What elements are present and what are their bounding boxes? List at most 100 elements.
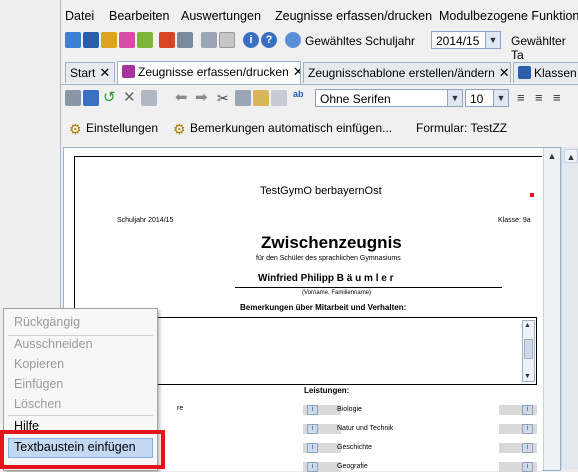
marker-dot xyxy=(530,193,534,197)
menu-modulbezogene[interactable]: Modulbezogene Funktione xyxy=(439,9,578,23)
info-icon[interactable]: i xyxy=(522,462,533,472)
print-icon[interactable] xyxy=(177,32,193,48)
align-left-icon[interactable]: ≡ xyxy=(517,90,533,106)
paste-icon[interactable] xyxy=(253,90,269,106)
name-caption: (Vorname, Familienname) xyxy=(302,290,372,296)
tab-klassen[interactable]: Klassen xyxy=(513,62,578,83)
menu-item-paste[interactable]: Einfügen xyxy=(14,377,63,391)
form-label: Formular: TestZZ xyxy=(416,121,508,135)
menu-item-undo[interactable]: Rückgängig xyxy=(14,315,80,329)
selected-label: Gewählter Ta xyxy=(511,34,566,62)
info-icon[interactable]: i xyxy=(307,405,318,415)
copy-icon[interactable] xyxy=(235,90,251,106)
remarks-auto-label: Bemerkungen automatisch einfügen... xyxy=(190,121,393,135)
close-icon[interactable]: ✕ xyxy=(99,65,110,80)
font-select[interactable]: Ohne Serifen ▼ xyxy=(315,89,463,107)
info-icon[interactable]: i xyxy=(307,424,318,434)
scroll-up-icon[interactable]: ▲ xyxy=(564,149,578,163)
clear-icon[interactable] xyxy=(141,90,157,106)
info-icon[interactable]: i xyxy=(243,32,259,48)
textbox-scrollbar[interactable]: ▲ ▼ xyxy=(522,320,535,382)
remarks-textbox[interactable]: ▲ ▼ xyxy=(148,317,537,385)
scroll-up-icon[interactable]: ▲ xyxy=(544,148,560,164)
cut-icon[interactable]: ✂ xyxy=(217,90,233,106)
arrow-right-icon[interactable]: ➡ xyxy=(195,90,211,106)
class-icon[interactable] xyxy=(83,32,99,48)
remarks-auto-button[interactable]: ⚙ Bemerkungen automatisch einfügen... xyxy=(173,121,392,136)
menu-item-delete[interactable]: Löschen xyxy=(14,397,61,411)
info-icon[interactable]: i xyxy=(307,462,318,472)
book-icon[interactable] xyxy=(159,32,175,48)
separator xyxy=(8,335,153,336)
info-icon[interactable]: i xyxy=(307,443,318,453)
copy-icon[interactable] xyxy=(201,32,217,48)
tab-label: Klassen xyxy=(534,66,577,80)
arrow-left-icon[interactable]: ⬅ xyxy=(175,90,191,106)
close-icon[interactable]: ✕ xyxy=(499,65,510,80)
highlight-frame xyxy=(0,430,165,469)
editor-toolbar: ↺ ✕ ⬅ ➡ ✂ ab Ohne Serifen ▼ 10 ▼ ≡ ≡ ≡ xyxy=(61,86,578,110)
subject-label: Geschichte xyxy=(337,444,373,451)
certificate-title: Zwischenzeugnis xyxy=(261,233,402,252)
scroll-up-icon[interactable]: ▲ xyxy=(524,322,531,329)
tab-label: Zeugnisschablone erstellen/ändern xyxy=(308,66,495,80)
size-value: 10 xyxy=(470,92,484,106)
gear-icon: ⚙ xyxy=(69,121,82,137)
tab-zeugnisse[interactable]: Zeugnisse erfassen/drucken ✕ xyxy=(117,61,301,84)
menu-bearbeiten[interactable]: Bearbeiten xyxy=(109,9,169,23)
align-right-icon[interactable]: ≡ xyxy=(553,90,569,106)
chevron-down-icon[interactable]: ▼ xyxy=(485,32,500,48)
student-name: Winfried Philipp B ä u m l e r xyxy=(258,273,394,284)
save-icon[interactable] xyxy=(83,90,99,106)
tab-label: Start xyxy=(70,66,96,80)
class-text: Klasse: 9a xyxy=(498,217,531,224)
menu-zeugnisse[interactable]: Zeugnisse erfassen/drucken xyxy=(275,9,432,23)
outer-scrollbar[interactable]: ▲ xyxy=(561,147,578,469)
chevron-down-icon[interactable]: ▼ xyxy=(493,90,508,106)
grades-heading: Leistungen: xyxy=(304,386,350,395)
courses-icon[interactable] xyxy=(137,32,153,48)
class-icon xyxy=(518,66,531,79)
pupils-icon[interactable] xyxy=(119,32,135,48)
menu-item-cut[interactable]: Ausschneiden xyxy=(14,337,93,351)
menu-auswertungen[interactable]: Auswertungen xyxy=(181,9,261,23)
align-center-icon[interactable]: ≡ xyxy=(535,90,551,106)
actions-bar: ⚙ Einstellungen ⚙ Bemerkungen automatisch … xyxy=(61,118,578,142)
document-scrollbar[interactable]: ▲ xyxy=(543,148,560,470)
scroll-thumb[interactable] xyxy=(524,339,533,359)
tab-bar: Start✕ Zeugnisse erfassen/drucken✕ Zeugn… xyxy=(61,60,578,85)
spellcheck-icon[interactable]: ab xyxy=(293,90,309,106)
scroll-down-icon[interactable]: ▼ xyxy=(524,373,531,380)
tab-start[interactable]: Start ✕ xyxy=(65,62,115,83)
subject-left-label: re xyxy=(177,405,184,412)
window-icon[interactable] xyxy=(219,32,235,48)
chevron-down-icon[interactable]: ▼ xyxy=(447,90,462,106)
tab-schablone[interactable]: Zeugnisschablone erstellen/ändern ✕ xyxy=(303,62,511,83)
delete-icon[interactable]: ✕ xyxy=(123,90,139,106)
teachers-icon[interactable] xyxy=(101,32,117,48)
tab-label: Zeugnisse erfassen/drucken xyxy=(138,65,289,79)
undo-icon[interactable]: ↺ xyxy=(103,90,119,106)
paste-special-icon[interactable] xyxy=(271,90,287,106)
schoolyear-text: Schuljahr 2014/15 xyxy=(117,217,174,224)
close-icon[interactable]: ✕ xyxy=(293,64,300,79)
gear-icon: ⚙ xyxy=(173,121,186,137)
schoolyear-select[interactable]: 2014/15 ▼ xyxy=(431,31,501,49)
info-icon[interactable]: i xyxy=(522,424,533,434)
settings-button[interactable]: ⚙ Einstellungen xyxy=(69,121,158,136)
menu-item-copy[interactable]: Kopieren xyxy=(14,357,64,371)
globe-icon[interactable] xyxy=(285,32,301,48)
size-select[interactable]: 10 ▼ xyxy=(465,89,509,107)
school-name: TestGymO berbayernOst xyxy=(260,185,382,197)
info-icon[interactable]: i xyxy=(522,443,533,453)
new-icon[interactable] xyxy=(65,90,81,106)
users-icon[interactable] xyxy=(65,32,81,48)
help-icon[interactable]: ? xyxy=(261,32,277,48)
menubar: Datei Bearbeiten Auswertungen Zeugnisse … xyxy=(61,6,578,26)
report-icon xyxy=(122,65,135,78)
menu-datei[interactable]: Datei xyxy=(65,9,94,23)
certificate-subtitle: für den Schüler des sprachlichen Gymnasi… xyxy=(256,255,401,262)
info-icon[interactable]: i xyxy=(522,405,533,415)
separator xyxy=(8,415,153,416)
subject-label: Biologie xyxy=(337,406,362,413)
